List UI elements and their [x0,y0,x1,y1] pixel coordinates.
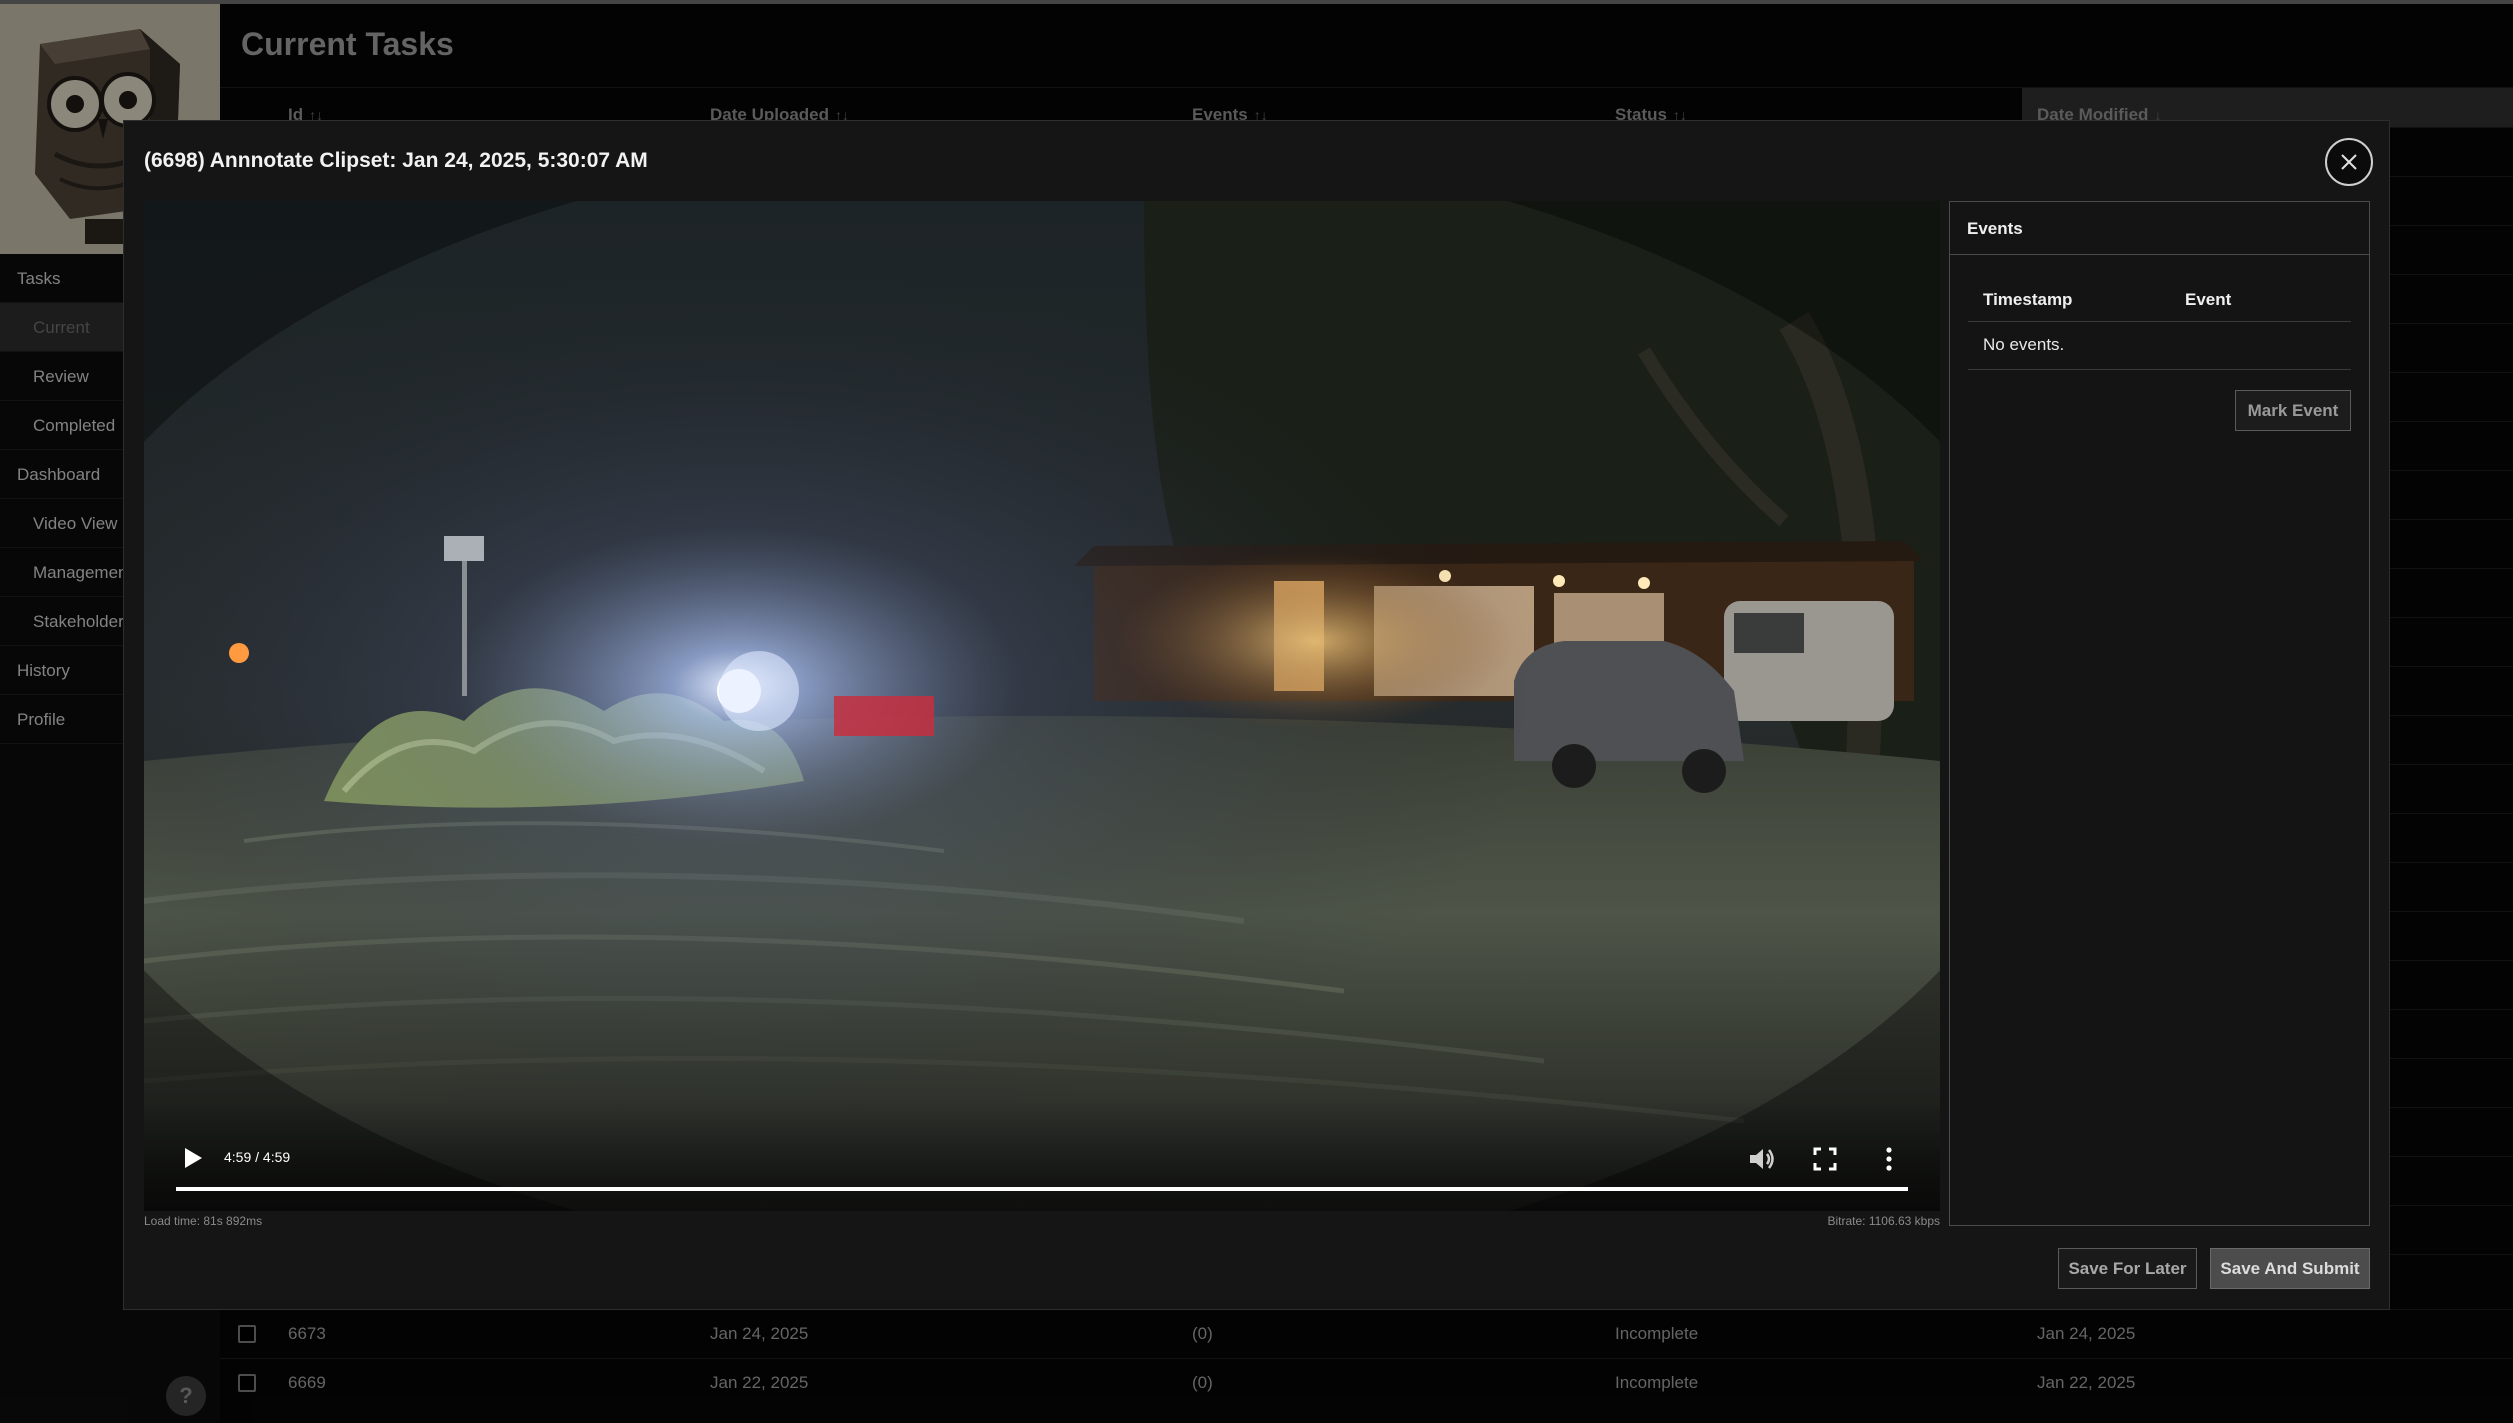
video-progress-fill [176,1187,1908,1191]
fullscreen-icon [1813,1147,1837,1171]
save-for-later-button[interactable]: Save For Later [2058,1248,2197,1289]
video-progress-bar[interactable] [176,1187,1908,1191]
events-table-header: Timestamp Event [1968,282,2351,322]
events-table: Timestamp Event No events. [1968,282,2351,370]
events-panel: Events Timestamp Event No events. Mark E… [1949,201,2370,1226]
video-frame [144,201,1940,1211]
more-options-button[interactable] [1875,1145,1903,1173]
play-button[interactable] [182,1146,204,1170]
load-time-text: Load time: 81s 892ms [144,1214,263,1228]
more-vert-icon [1886,1147,1892,1171]
close-icon [2341,154,2357,170]
column-header-timestamp: Timestamp [1983,290,2073,309]
modal-title: (6698) Annnotate Clipset: Jan 24, 2025, … [144,149,648,172]
time-display: 4:59 / 4:59 [224,1149,291,1165]
mute-button[interactable] [1747,1145,1775,1173]
video-player[interactable]: 4:59 / 4:59 [144,201,1940,1211]
column-header-event: Event [2185,290,2232,309]
play-icon [185,1148,202,1168]
app-root: Current Tasks Id ↑↓ Date Uploaded ↑↓ Event… [0,0,2513,1423]
volume-icon [1750,1149,1774,1169]
save-and-submit-button[interactable]: Save And Submit [2210,1248,2370,1289]
events-empty-row: No events. [1968,322,2351,370]
bitrate-text: Bitrate: 1106.63 kbps [1827,1214,1940,1228]
events-panel-title: Events [1950,202,2369,255]
no-events-text: No events. [1983,335,2065,354]
close-button[interactable] [2325,138,2373,186]
mark-event-button[interactable]: Mark Event [2235,390,2351,431]
video-controls: 4:59 / 4:59 [144,1101,1940,1211]
annotate-modal: (6698) Annnotate Clipset: Jan 24, 2025, … [123,120,2390,1310]
fullscreen-button[interactable] [1811,1145,1839,1173]
